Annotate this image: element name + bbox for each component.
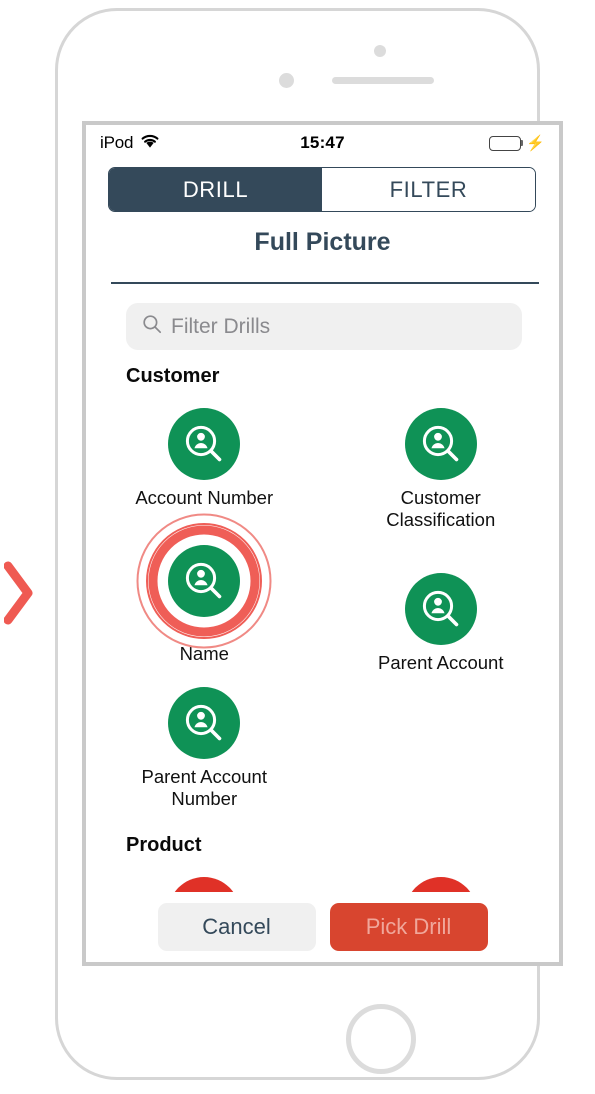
drill-item-customer-classification[interactable]: Customer Classification bbox=[323, 408, 560, 531]
cancel-button[interactable]: Cancel bbox=[157, 903, 316, 951]
section-header-product: Product bbox=[126, 834, 202, 857]
person-search-icon bbox=[168, 408, 241, 480]
wifi-icon bbox=[140, 133, 160, 154]
drill-label: Account Number bbox=[135, 487, 274, 508]
drill-label: Name bbox=[179, 642, 229, 664]
drill-label: Parent Account Number bbox=[142, 766, 267, 810]
person-search-icon bbox=[404, 572, 477, 645]
search-input[interactable]: Filter Drills bbox=[126, 303, 522, 350]
section-header-customer: Customer bbox=[126, 365, 220, 387]
phone-screen: iPod 15:47 ⚡ DRILL FILTER Full Picture F… bbox=[82, 121, 563, 966]
search-icon bbox=[142, 314, 162, 339]
pick-drill-button[interactable]: Pick Drill bbox=[329, 903, 488, 951]
phone-camera-icon bbox=[374, 45, 386, 57]
lightning-bolt-icon: ⚡ bbox=[526, 134, 546, 152]
footer-action-bar: Cancel Pick Drill bbox=[86, 892, 559, 962]
drill-label-line2: Classification bbox=[386, 508, 496, 530]
drill-label: Customer Classification bbox=[386, 487, 495, 531]
drill-label: Parent Account bbox=[378, 651, 504, 673]
person-search-icon bbox=[404, 408, 477, 480]
drill-label-line1: Customer bbox=[400, 487, 481, 508]
drill-item-name[interactable]: Name bbox=[86, 513, 323, 674]
chevron-right-icon bbox=[3, 558, 34, 628]
drill-list[interactable]: Customer Account Number Customer Classif… bbox=[86, 365, 559, 962]
drill-item-parent-account-number[interactable]: Parent Account Number bbox=[86, 687, 323, 810]
drill-label-line2: Number bbox=[171, 788, 238, 810]
page-title: Full Picture bbox=[254, 228, 391, 256]
drill-item-account-number[interactable]: Account Number bbox=[86, 408, 323, 531]
title-divider bbox=[111, 282, 539, 284]
battery-full-icon bbox=[489, 135, 524, 151]
tab-filter[interactable]: FILTER bbox=[322, 168, 535, 211]
drill-filter-segmented-control[interactable]: DRILL FILTER bbox=[108, 167, 536, 212]
drill-item-parent-account[interactable]: Parent Account bbox=[323, 572, 560, 674]
phone-home-button[interactable] bbox=[346, 1004, 416, 1074]
phone-sensor-icon bbox=[279, 73, 294, 88]
tab-drill[interactable]: DRILL bbox=[109, 168, 322, 211]
drill-label-line1: Parent Account bbox=[141, 766, 267, 788]
search-placeholder-text: Filter Drills bbox=[171, 314, 271, 338]
status-bar: iPod 15:47 ⚡ bbox=[86, 125, 559, 161]
person-search-icon bbox=[168, 687, 241, 760]
status-time-label: 15:47 bbox=[300, 133, 345, 152]
phone-speaker-grille bbox=[332, 77, 434, 84]
customer-drill-grid: Account Number Customer Classification N… bbox=[86, 388, 559, 810]
person-search-icon bbox=[168, 544, 241, 617]
status-carrier-label: iPod bbox=[100, 133, 134, 152]
